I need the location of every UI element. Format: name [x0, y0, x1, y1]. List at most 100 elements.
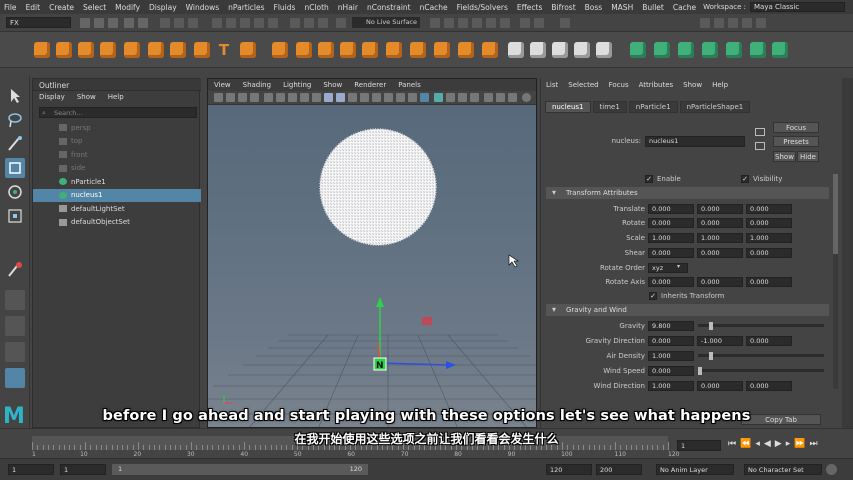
outliner-item-nparticle1[interactable]: nParticle1: [33, 175, 201, 189]
particle-collide-icon[interactable]: [318, 42, 334, 58]
hide-button[interactable]: Hide: [797, 151, 819, 162]
snap-curve-icon[interactable]: [226, 18, 236, 28]
gamma-icon[interactable]: [496, 93, 505, 102]
menu-effects[interactable]: Effects: [517, 3, 543, 12]
gate-mask-icon[interactable]: [300, 93, 309, 102]
modeling-toolkit-icon[interactable]: [714, 18, 724, 28]
menu-bifrost[interactable]: Bifrost: [551, 3, 575, 12]
hypershade-icon[interactable]: [472, 18, 482, 28]
select-component-icon[interactable]: [188, 18, 198, 28]
rotate-tool-icon[interactable]: [5, 182, 25, 202]
remove-constraint-icon[interactable]: [772, 42, 788, 58]
auto-key-icon[interactable]: [826, 464, 837, 475]
render-frame-icon[interactable]: [430, 18, 440, 28]
viewport-renderer-icon[interactable]: [522, 93, 531, 102]
wind-speed-field[interactable]: 0.000: [648, 366, 694, 376]
merge-cache-icon[interactable]: [596, 42, 612, 58]
ambient-occlusion-icon[interactable]: [396, 93, 405, 102]
redo-icon[interactable]: [138, 18, 148, 28]
rotate-order-dropdown[interactable]: xyz: [648, 263, 688, 273]
scale-z-field[interactable]: 1.000: [746, 233, 792, 243]
arnold-render-icon[interactable]: [500, 18, 510, 28]
shadows-icon[interactable]: [384, 93, 393, 102]
menu-file[interactable]: File: [4, 3, 17, 12]
outliner-item-defaultlightset[interactable]: defaultLightSet: [33, 202, 201, 216]
transform-attributes-section[interactable]: Transform Attributes: [546, 187, 829, 199]
xray-components-icon[interactable]: [458, 93, 467, 102]
film-gate-icon[interactable]: [276, 93, 285, 102]
create-cache-icon[interactable]: [508, 42, 524, 58]
ae-menu-help[interactable]: Help: [712, 81, 728, 89]
lights-icon[interactable]: [372, 93, 381, 102]
ae-menu-focus[interactable]: Focus: [609, 81, 629, 89]
nparticle-fill-icon[interactable]: [34, 42, 50, 58]
menu-edit[interactable]: Edit: [26, 3, 41, 12]
select-tool-icon[interactable]: [5, 86, 25, 106]
viewport-menu-shading[interactable]: Shading: [243, 81, 271, 89]
outliner-item-top[interactable]: top: [33, 135, 201, 149]
menu-select[interactable]: Select: [83, 3, 106, 12]
stop-icon[interactable]: [534, 18, 544, 28]
menu-display[interactable]: Display: [149, 3, 177, 12]
menu-set-dropdown[interactable]: FX: [6, 17, 71, 28]
rigid-body-icon[interactable]: [678, 42, 694, 58]
menu-nparticles[interactable]: nParticles: [228, 3, 264, 12]
scale-y-field[interactable]: 1.000: [697, 233, 743, 243]
inherits-transform-checkbox[interactable]: ✓: [649, 292, 657, 300]
isolate-select-icon[interactable]: [420, 93, 429, 102]
rotate-axis-y-field[interactable]: 0.000: [697, 277, 743, 287]
volume-axis-icon[interactable]: [434, 42, 450, 58]
ncloth-icon[interactable]: [630, 42, 646, 58]
fluid-icon[interactable]: [458, 42, 474, 58]
menu-ncloth[interactable]: nCloth: [304, 3, 328, 12]
live-surface-field[interactable]: No Live Surface: [352, 17, 420, 28]
emitter-icon[interactable]: [170, 42, 186, 58]
ae-menu-list[interactable]: List: [546, 81, 558, 89]
outliner-item-defaultobjectset[interactable]: defaultObjectSet: [33, 216, 201, 230]
anim-start-field[interactable]: 1: [60, 464, 106, 475]
instancer-icon[interactable]: [296, 42, 312, 58]
textured-icon[interactable]: [360, 93, 369, 102]
snap-surface-icon[interactable]: [268, 18, 278, 28]
snap-view-icon[interactable]: [254, 18, 264, 28]
goal-icon[interactable]: [272, 42, 288, 58]
shear-y-field[interactable]: 0.000: [697, 248, 743, 258]
outliner-menu-display[interactable]: Display: [39, 93, 65, 101]
nparticle-water-icon[interactable]: [148, 42, 164, 58]
attribute-editor-icon[interactable]: [742, 18, 752, 28]
rotate-y-field[interactable]: 0.000: [697, 218, 743, 228]
menu-boss[interactable]: Boss: [585, 3, 603, 12]
character-set-dropdown[interactable]: No Character Set: [744, 464, 822, 475]
ae-menu-attributes[interactable]: Attributes: [639, 81, 674, 89]
end-frame-field[interactable]: 200: [596, 464, 642, 475]
wind-field-icon[interactable]: [386, 42, 402, 58]
input-output-icon[interactable]: [318, 18, 328, 28]
undo-icon[interactable]: [124, 18, 134, 28]
scale-x-field[interactable]: 1.000: [648, 233, 694, 243]
wind-direction-x-field[interactable]: 1.000: [648, 381, 694, 391]
nparticle-points-icon[interactable]: [56, 42, 72, 58]
shear-z-field[interactable]: 0.000: [746, 248, 792, 258]
select-object-icon[interactable]: [174, 18, 184, 28]
viewport-menu-lighting[interactable]: Lighting: [283, 81, 311, 89]
focus-node-icon[interactable]: [755, 128, 765, 136]
render-view-icon[interactable]: [486, 18, 496, 28]
xray-joints-icon[interactable]: [446, 93, 455, 102]
wireframe-icon[interactable]: [324, 93, 333, 102]
nparticle-balls-icon[interactable]: [78, 42, 94, 58]
menu-bullet[interactable]: Bullet: [642, 3, 664, 12]
wind-direction-y-field[interactable]: 0.000: [697, 381, 743, 391]
menu-ncache[interactable]: nCache: [420, 3, 448, 12]
outliner-layout-icon[interactable]: [5, 368, 25, 388]
y-axis-arrow-icon[interactable]: [376, 297, 384, 307]
wind-direction-z-field[interactable]: 0.000: [746, 381, 792, 391]
image-plane-icon[interactable]: [250, 93, 259, 102]
wind-speed-slider-knob[interactable]: [698, 367, 702, 375]
transform-constraint-icon[interactable]: [726, 42, 742, 58]
viewport-menu-renderer[interactable]: Renderer: [354, 81, 386, 89]
gravity-direction-y-field[interactable]: -1.000: [697, 336, 743, 346]
component-constraint-icon[interactable]: [750, 42, 766, 58]
node-name-field[interactable]: nucleus1: [645, 136, 745, 147]
bookmark-icon[interactable]: [238, 93, 247, 102]
start-frame-field[interactable]: 1: [8, 464, 54, 475]
